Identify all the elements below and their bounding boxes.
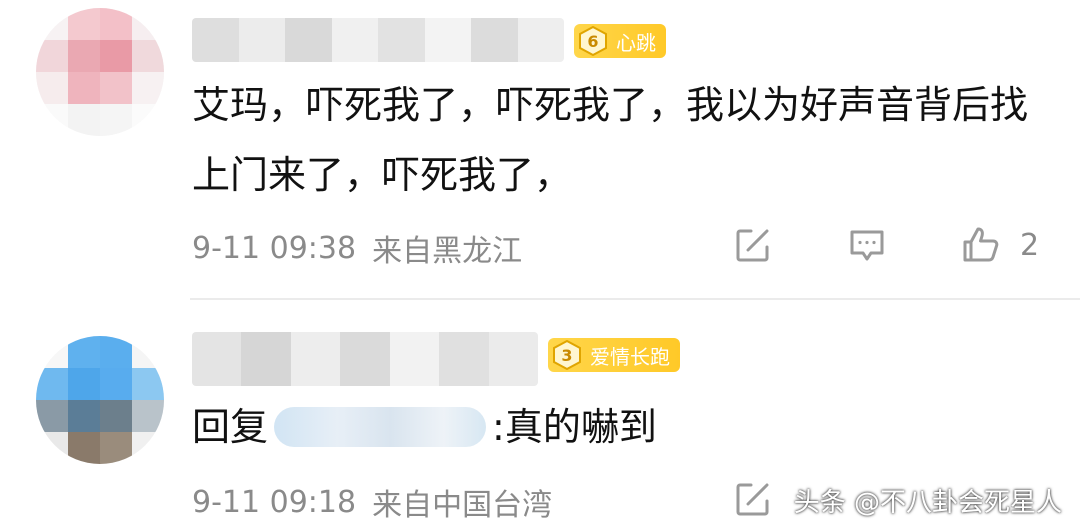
comment-icon[interactable] [844,222,890,268]
username-blurred[interactable] [192,332,538,386]
comment-time: 9-11 09:18 [192,484,357,520]
comment-location: 来自中国台湾 [372,488,553,523]
comment-actions: 2 [730,222,1039,268]
comment-meta: 9-11 09:18 来自中国台湾 [192,480,552,524]
avatar-mosaic [36,336,164,464]
comment-meta: 9-11 09:38 来自黑龙江 [192,226,522,270]
comment-item: 6 心跳 艾玛，吓死我了，吓死我了，我以为好声音背后找上门来了，吓死我了， 9-… [0,0,1080,300]
avatar[interactable] [36,8,164,136]
badge-name: 爱情长跑 [590,344,670,369]
reply-prefix: 回复 [192,405,269,449]
comment-text: 回复 :真的嚇到 [192,392,1032,462]
badge-name: 心跳 [616,30,656,55]
comment-text: 艾玛，吓死我了，吓死我了，我以为好声音背后找上门来了，吓死我了， [192,83,1029,197]
badge-level-icon: 3 [552,340,582,370]
mention-blurred[interactable] [274,407,487,447]
fan-badge[interactable]: 6 心跳 [574,24,666,58]
like-icon[interactable] [958,222,1004,268]
avatar[interactable] [36,336,164,464]
username-blurred[interactable] [192,18,564,62]
share-icon[interactable] [730,476,776,522]
comment-time: 9-11 09:38 [192,230,357,266]
reply-text: :真的嚇到 [492,405,657,449]
comment-location: 来自黑龙江 [372,234,523,269]
badge-level-icon: 6 [578,26,608,56]
watermark: 头条 @不八卦会死星人 [793,488,1062,518]
share-icon[interactable] [730,222,776,268]
fan-badge[interactable]: 3 爱情长跑 [548,338,680,372]
avatar-mosaic [36,8,164,136]
like-count: 2 [1020,227,1040,263]
